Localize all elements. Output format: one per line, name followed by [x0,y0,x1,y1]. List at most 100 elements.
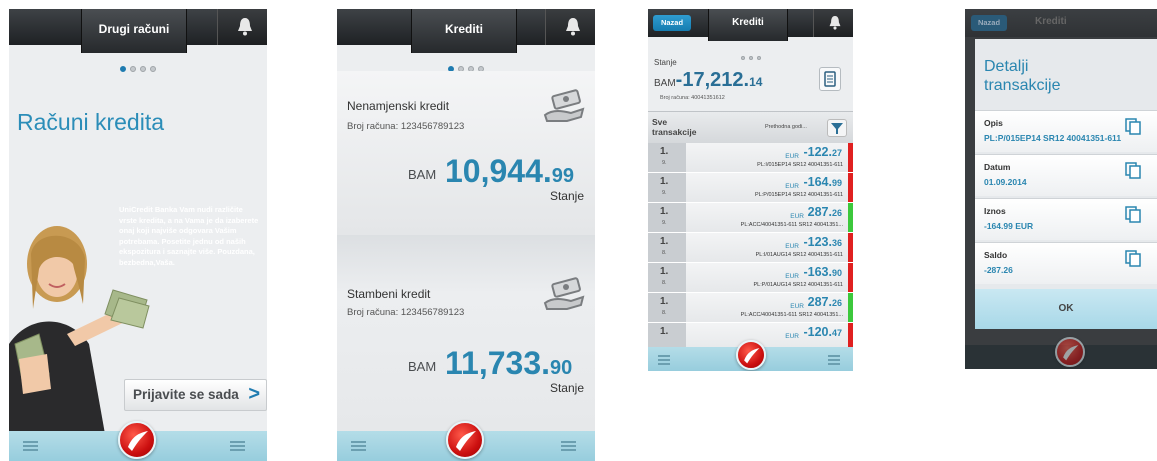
notifications-button[interactable] [545,9,595,45]
screen-loan-transactions: Nazad Krediti Stanje BAM-17,212.14 Broj … [648,9,853,371]
filter-button[interactable] [827,119,847,137]
header-title: Drugi računi [81,9,187,53]
field-value: -164.99 EUR [984,221,1034,231]
loan-currency: BAM [408,359,437,374]
loan-amount: 11,733.90 [445,345,573,381]
notifications-button[interactable] [217,9,267,45]
chevron-right-icon: > [248,383,260,405]
menu-icon[interactable] [23,441,38,453]
copy-icon[interactable] [1124,205,1142,223]
screen-other-accounts: Drugi računi Računi kredita UniCredit Ba… [9,9,267,461]
apply-now-button[interactable]: Prijavite se sada > [124,379,267,411]
transaction-row[interactable]: 1. 8. EUR 287.26 PL:ACC/40041351-611 SR12 40… [648,293,853,323]
apply-now-label: Prijavite se sada [133,387,239,402]
loan-name: Stambeni kredit [347,287,431,301]
header-title: Krediti [708,9,788,41]
unicredit-logo[interactable] [446,421,484,459]
transaction-row[interactable]: 1. 8. EUR -123.36 PL:I/01AUG14 SR12 40041351… [648,233,853,263]
unicredit-logo [1055,337,1085,367]
detail-field-balance: Saldo -287.26 [975,242,1157,284]
loan-account: Broj računa: 123456789123 [347,121,465,132]
filter-all-label: Sve transakcije [652,117,697,137]
transaction-day: 1. [660,146,669,157]
balance-label: Stanje [654,58,677,67]
field-value: PL:P/015EP14 SR12 40041351-611 [984,133,1122,143]
transaction-description: PL:P/015EP14 SR12 40041351-611 [755,192,843,198]
page-indicator [9,57,267,76]
transaction-status-bar [848,263,853,292]
ok-button[interactable]: OK [975,289,1157,329]
field-label: Iznos [984,206,1006,216]
menu-icon[interactable] [658,355,670,367]
loan-name: Nenamjenski kredit [347,99,450,113]
menu-icon[interactable] [230,441,245,453]
field-label: Datum [984,162,1011,172]
field-label: Opis [984,118,1003,128]
unicredit-logo[interactable] [118,421,156,459]
transaction-description: PL:P/01AUG14 SR12 40041351-611 [753,282,844,288]
document-icon [824,71,836,87]
transaction-day: 1. [660,206,669,217]
balance-amount: BAM-17,212.14 [654,69,763,91]
transaction-amount: 287.26 [807,295,842,309]
loan-balance-label: Stanje [549,381,584,395]
back-button[interactable]: Nazad [653,15,691,31]
transaction-currency: EUR [790,213,804,220]
detail-field-amount: Iznos -164.99 EUR [975,198,1157,240]
transaction-currency: EUR [785,153,799,160]
field-value: 01.09.2014 [984,177,1027,187]
transaction-description: PL:I/015EP14 SR12 40041351-611 [757,162,843,168]
transaction-month: 9. [662,160,667,166]
menu-icon[interactable] [828,355,840,367]
transaction-day: 1. [660,296,669,307]
transaction-day: 1. [660,236,669,247]
bell-icon [238,18,252,36]
transaction-amount: -123.36 [803,235,842,249]
transaction-list: 1. 9. EUR -122.27 PL:I/015EP14 SR12 40041351… [648,143,853,353]
header-title: Krediti [411,9,517,53]
transaction-amount: -122.27 [803,145,842,159]
transaction-amount: -120.47 [803,325,842,339]
notifications-button[interactable] [813,9,853,37]
transaction-row[interactable]: 1. 9. EUR 287.26 PL:ACC/40041351-611 SR12 40… [648,203,853,233]
period-select[interactable]: Prethodna godi... [765,124,807,130]
transaction-status-bar [848,203,853,232]
transaction-month: 8. [662,250,667,256]
document-button[interactable] [819,67,841,91]
transaction-amount: 287.26 [807,205,842,219]
loan-card[interactable]: Stambeni kredit Broj računa: 12345678912… [337,235,595,431]
transaction-row[interactable]: 1. 8. EUR -163.90 PL:P/01AUG14 SR12 40041351… [648,263,853,293]
page-indicator [648,45,853,64]
copy-icon[interactable] [1124,117,1142,135]
transaction-currency: EUR [790,303,804,310]
transaction-amount: -164.99 [803,175,842,189]
bell-icon [566,18,580,36]
money-hand-icon [543,277,585,310]
field-label: Saldo [984,250,1008,260]
transaction-status-bar [848,143,853,172]
transaction-currency: EUR [785,273,799,280]
transaction-date: 1. 8. [648,293,686,322]
transaction-row[interactable]: 1. 9. EUR -164.99 PL:P/015EP14 SR12 40041351… [648,173,853,203]
field-value: -287.26 [984,265,1013,275]
transaction-description: PL:I/01AUG14 SR12 40041351-611 [755,252,843,258]
loan-card[interactable]: Nenamjenski kredit Broj računa: 12345678… [337,71,595,235]
unicredit-logo[interactable] [736,340,766,370]
transaction-row[interactable]: 1. 9. EUR -122.27 PL:I/015EP14 SR12 40041351… [648,143,853,173]
transaction-status-bar [848,173,853,202]
copy-icon[interactable] [1124,249,1142,267]
transaction-month: 9. [662,190,667,196]
transaction-date: 1. 8. [648,263,686,292]
account-number: Broj računa: 40041351612 [660,95,725,101]
menu-icon[interactable] [351,441,366,453]
header-title: Krediti [1035,16,1067,27]
transaction-status-bar [848,293,853,322]
copy-icon[interactable] [1124,161,1142,179]
transaction-date: 1. 8. [648,233,686,262]
back-button: Nazad [971,15,1007,31]
detail-field-description: Opis PL:P/015EP14 SR12 40041351-611 [975,110,1157,152]
promo-text: UniCredit Banka Vam nudi različite vrste… [119,205,259,267]
transaction-details-dialog: Detalji transakcije Opis PL:P/015EP14 SR… [975,39,1157,329]
transaction-month: 8. [662,280,667,286]
menu-icon[interactable] [561,441,576,453]
